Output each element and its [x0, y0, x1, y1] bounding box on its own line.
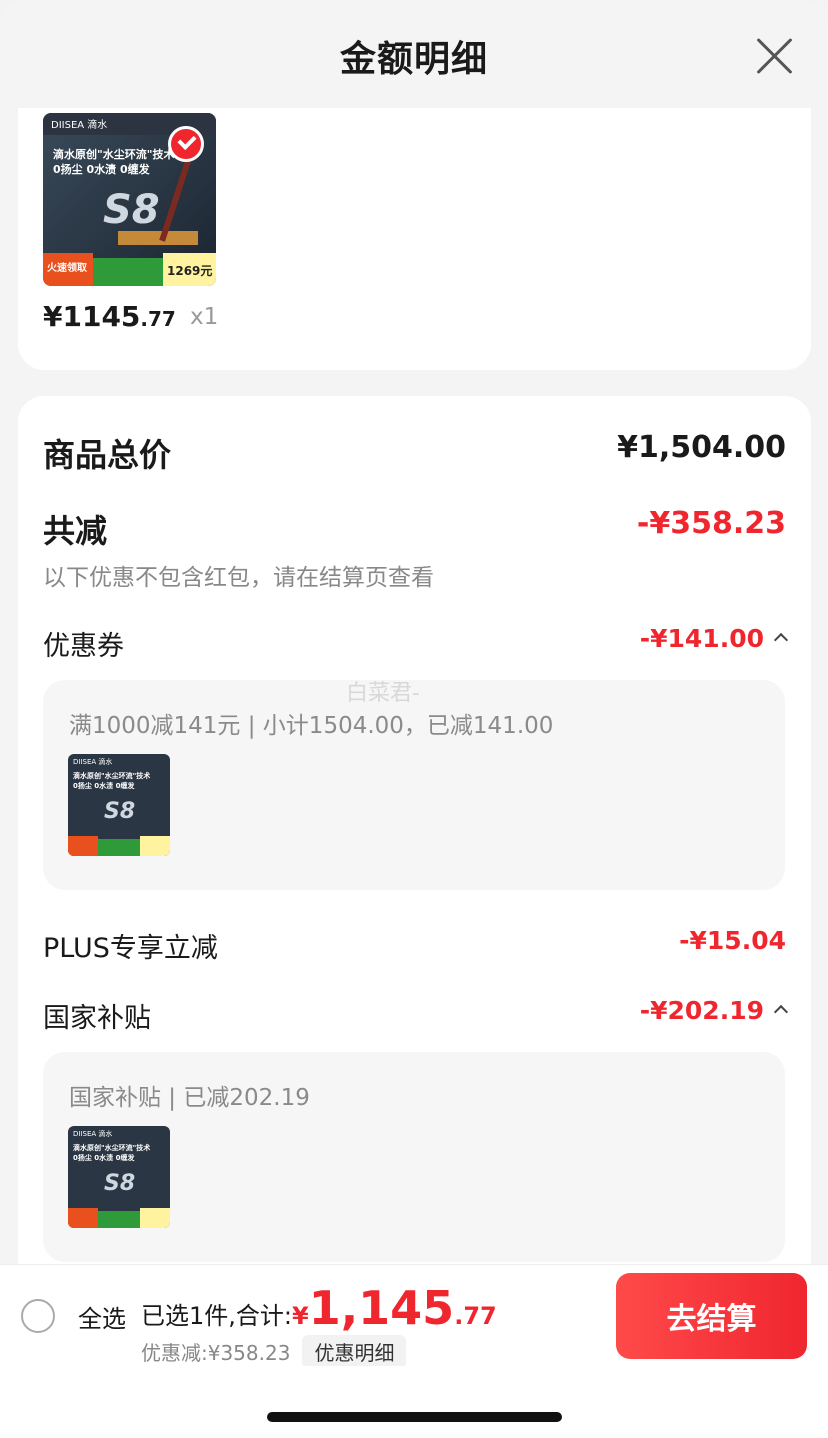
discount-value: -¥358.23	[636, 506, 786, 541]
watermark: 白菜君-	[346, 681, 420, 706]
amount-detail-sheet: 金额明细 DIISEA 滴水 滴水原创"水尘环流"技术 0扬尘 0水渍 0缠发 …	[0, 0, 828, 1438]
home-indicator[interactable]	[267, 1412, 562, 1422]
discount-line: 优惠减:¥358.23 优惠明细	[141, 1335, 407, 1368]
plus-value: -¥15.04	[679, 926, 786, 955]
total-currency: ¥	[291, 1302, 309, 1330]
coupon-label: 优惠券	[43, 631, 124, 662]
home-area	[0, 1366, 828, 1438]
discount-amount-text: 优惠减:¥358.23	[141, 1341, 291, 1365]
subsidy-value-wrap: -¥202.19	[639, 996, 789, 1025]
sum-line: 已选1件,合计: ¥ 1,145 .77	[141, 1281, 497, 1335]
coupon-detail: 满1000减141元 | 小计1504.00，已减141.00	[69, 713, 554, 739]
selected-check-icon[interactable]	[168, 126, 204, 162]
discount-detail-button[interactable]: 优惠明细	[302, 1335, 407, 1368]
subsidy-detail-box: 国家补贴 | 已减202.19 DIISEA 滴水 滴水原创"水尘环流"技术 0…	[43, 1052, 785, 1262]
subsidy-label: 国家补贴	[43, 1003, 151, 1034]
svg-text:滴水原创"水尘环流"技术: 滴水原创"水尘环流"技术	[53, 147, 174, 161]
coupon-row[interactable]: 优惠券 -¥141.00	[43, 624, 789, 664]
discount-label: 共减	[43, 512, 108, 550]
svg-text:滴水原创"水尘环流"技术: 滴水原创"水尘环流"技术	[73, 1143, 150, 1152]
close-icon[interactable]	[756, 38, 792, 74]
svg-text:DIISEA 滴水: DIISEA 滴水	[73, 1129, 112, 1138]
discount-row: 共减 -¥358.23	[43, 506, 786, 550]
select-all-radio[interactable]	[21, 1299, 55, 1333]
svg-text:0扬尘 0水渍 0缠发: 0扬尘 0水渍 0缠发	[53, 162, 151, 176]
svg-text:0扬尘 0水渍 0缠发: 0扬尘 0水渍 0缠发	[73, 1153, 135, 1162]
sheet-title: 金额明细	[339, 39, 488, 80]
select-all-label[interactable]: 全选	[78, 1299, 126, 1334]
product-price: ¥1145.77	[43, 300, 176, 333]
chevron-up-icon[interactable]	[773, 1004, 789, 1020]
svg-text:滴水原创"水尘环流"技术: 滴水原创"水尘环流"技术	[73, 771, 150, 780]
chevron-up-icon[interactable]	[773, 632, 789, 648]
total-value: ¥1,504.00	[617, 430, 786, 465]
discount-note: 以下优惠不包含红包，请在结算页查看	[43, 565, 434, 591]
price-breakdown-card: 商品总价 ¥1,504.00 共减 -¥358.23 以下优惠不包含红包，请在结…	[18, 396, 811, 1296]
coupon-detail-box: 满1000减141元 | 小计1504.00，已减141.00 DIISEA 滴…	[43, 680, 785, 890]
svg-text:DIISEA 滴水: DIISEA 滴水	[73, 757, 112, 766]
subsidy-product-thumb: DIISEA 滴水 滴水原创"水尘环流"技术 0扬尘 0水渍 0缠发 S8	[68, 1126, 170, 1228]
svg-text:火速领取: 火速领取	[47, 261, 88, 274]
coupon-value-wrap: -¥141.00	[639, 624, 789, 653]
total-label: 商品总价	[43, 436, 172, 474]
total-row: 商品总价 ¥1,504.00	[43, 430, 786, 474]
product-image-text: S8	[103, 187, 160, 233]
sheet-header: 金额明细	[0, 0, 828, 108]
total-amount-int: 1,145	[308, 1281, 455, 1335]
checkout-button[interactable]: 去结算	[616, 1273, 807, 1359]
subsidy-detail: 国家补贴 | 已减202.19	[69, 1085, 310, 1111]
svg-text:S8: S8	[104, 799, 135, 824]
plus-row: PLUS专享立减 -¥15.04	[43, 926, 786, 966]
svg-text:S8: S8	[104, 1171, 135, 1196]
product-quantity: x1	[190, 304, 219, 330]
svg-text:DIISEA 滴水: DIISEA 滴水	[51, 118, 107, 131]
coupon-product-thumb: DIISEA 滴水 滴水原创"水尘环流"技术 0扬尘 0水渍 0缠发 S8	[68, 754, 170, 856]
selected-count-label: 已选1件,合计:	[141, 1302, 292, 1330]
svg-text:1269元: 1269元	[167, 264, 212, 278]
product-card: DIISEA 滴水 滴水原创"水尘环流"技术 0扬尘 0水渍 0缠发 S8 火速…	[18, 108, 811, 370]
subsidy-value: -¥202.19	[639, 996, 764, 1025]
total-amount-dec: .77	[454, 1302, 497, 1330]
coupon-value: -¥141.00	[639, 624, 764, 653]
subsidy-row[interactable]: 国家补贴 -¥202.19	[43, 996, 789, 1036]
svg-text:0扬尘 0水渍 0缠发: 0扬尘 0水渍 0缠发	[73, 781, 135, 790]
plus-label: PLUS专享立减	[43, 933, 218, 964]
checkout-bar: 全选 已选1件,合计: ¥ 1,145 .77 优惠减:¥358.23 优惠明细…	[0, 1264, 828, 1368]
